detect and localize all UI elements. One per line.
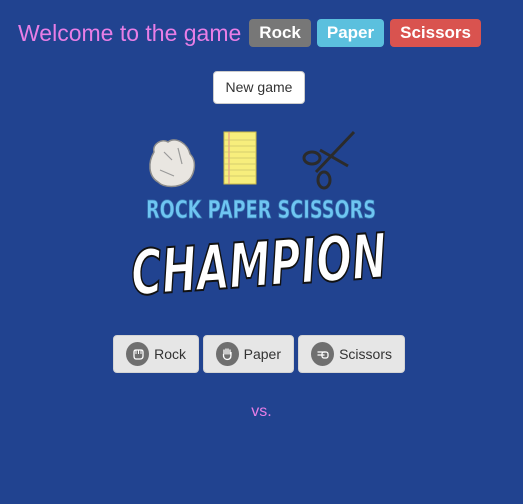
paper-badge: Paper [316, 19, 385, 47]
scissors-badge: Scissors [390, 19, 482, 47]
hand-paper-icon [216, 342, 239, 366]
header: Welcome to the game Rock Paper Scissors [18, 18, 482, 48]
scissors-illustration-icon [302, 130, 356, 190]
paper-illustration-icon [223, 131, 257, 185]
choice-buttons: Rock Paper Scissors [113, 335, 405, 373]
paper-choice-label: Paper [243, 346, 281, 362]
welcome-title: Welcome to the game [18, 20, 242, 46]
vs-label: vs. [251, 403, 272, 420]
new-game-button[interactable]: New game [213, 71, 305, 104]
scissors-choice-label: Scissors [339, 346, 392, 362]
hand-scissors-icon [311, 342, 335, 366]
paper-choice-button[interactable]: Paper [203, 335, 294, 373]
hand-rock-icon [126, 342, 150, 366]
rock-choice-label: Rock [154, 346, 186, 362]
logo-top-text: ROCK PAPER SCISSORS [146, 195, 376, 224]
rock-badge: Rock [249, 19, 311, 47]
rock-choice-button[interactable]: Rock [113, 335, 199, 373]
rock-illustration-icon [149, 139, 196, 188]
logo-main-text: CHAMPION [129, 219, 389, 302]
scissors-choice-button[interactable]: Scissors [298, 335, 405, 373]
game-logo: ROCK PAPER SCISSORS CHAMPION [128, 126, 394, 311]
